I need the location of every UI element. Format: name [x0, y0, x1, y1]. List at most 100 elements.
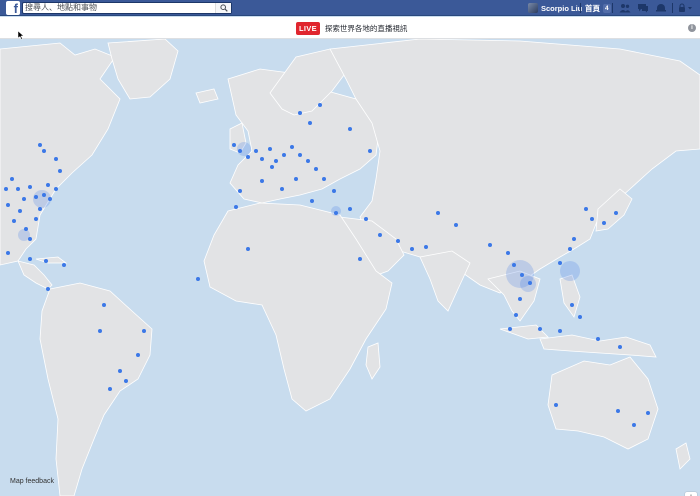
- live-video-marker[interactable]: [4, 187, 8, 191]
- live-video-marker[interactable]: [424, 245, 428, 249]
- live-video-marker[interactable]: [232, 143, 236, 147]
- live-video-marker[interactable]: [34, 195, 38, 199]
- live-video-marker[interactable]: [254, 149, 258, 153]
- live-video-marker[interactable]: [238, 149, 242, 153]
- live-video-marker[interactable]: [48, 197, 52, 201]
- live-video-marker[interactable]: [396, 239, 400, 243]
- live-video-marker[interactable]: [274, 159, 278, 163]
- live-video-marker[interactable]: [38, 207, 42, 211]
- live-video-marker[interactable]: [290, 145, 294, 149]
- live-video-marker[interactable]: [42, 193, 46, 197]
- live-video-marker[interactable]: [46, 287, 50, 291]
- live-video-marker[interactable]: [584, 207, 588, 211]
- live-video-marker[interactable]: [570, 303, 574, 307]
- live-video-marker[interactable]: [306, 159, 310, 163]
- live-video-marker[interactable]: [16, 187, 20, 191]
- live-video-marker[interactable]: [12, 219, 16, 223]
- live-video-marker[interactable]: [618, 345, 622, 349]
- live-video-marker[interactable]: [528, 281, 532, 285]
- live-video-marker[interactable]: [54, 157, 58, 161]
- live-video-marker[interactable]: [322, 177, 326, 181]
- live-video-marker[interactable]: [568, 247, 572, 251]
- live-video-marker[interactable]: [308, 121, 312, 125]
- live-video-marker[interactable]: [28, 257, 32, 261]
- live-video-marker[interactable]: [334, 211, 338, 215]
- live-video-marker[interactable]: [518, 297, 522, 301]
- profile-link[interactable]: Scorpio Liu: [528, 2, 582, 14]
- live-video-marker[interactable]: [578, 315, 582, 319]
- search-button[interactable]: [215, 3, 231, 13]
- live-video-marker[interactable]: [454, 223, 458, 227]
- live-video-marker[interactable]: [98, 329, 102, 333]
- live-video-marker[interactable]: [616, 409, 620, 413]
- friend-requests-icon[interactable]: [619, 3, 631, 13]
- map-feedback-link[interactable]: Map feedback: [10, 478, 54, 485]
- live-video-marker[interactable]: [58, 169, 62, 173]
- live-video-marker[interactable]: [142, 329, 146, 333]
- live-video-marker[interactable]: [318, 103, 322, 107]
- live-video-marker[interactable]: [246, 155, 250, 159]
- live-video-marker[interactable]: [282, 153, 286, 157]
- live-video-marker[interactable]: [436, 211, 440, 215]
- live-video-marker[interactable]: [294, 177, 298, 181]
- live-video-marker[interactable]: [22, 197, 26, 201]
- live-video-marker[interactable]: [118, 369, 122, 373]
- live-video-marker[interactable]: [348, 127, 352, 131]
- live-video-marker[interactable]: [34, 217, 38, 221]
- live-map[interactable]: + −: [0, 39, 700, 496]
- live-video-marker[interactable]: [124, 379, 128, 383]
- live-video-marker[interactable]: [102, 303, 106, 307]
- live-video-marker[interactable]: [632, 423, 636, 427]
- live-video-marker[interactable]: [310, 199, 314, 203]
- live-video-marker[interactable]: [38, 143, 42, 147]
- live-video-marker[interactable]: [44, 259, 48, 263]
- live-video-marker[interactable]: [46, 183, 50, 187]
- live-video-marker[interactable]: [234, 205, 238, 209]
- live-video-marker[interactable]: [28, 237, 32, 241]
- live-video-marker[interactable]: [6, 203, 10, 207]
- live-video-marker[interactable]: [298, 153, 302, 157]
- zoom-in-button[interactable]: +: [685, 492, 697, 496]
- live-video-marker[interactable]: [572, 237, 576, 241]
- live-video-marker[interactable]: [614, 211, 618, 215]
- live-video-marker[interactable]: [196, 277, 200, 281]
- search-input[interactable]: [25, 3, 215, 13]
- live-video-marker[interactable]: [260, 179, 264, 183]
- live-video-marker[interactable]: [246, 247, 250, 251]
- live-video-marker[interactable]: [348, 207, 352, 211]
- live-video-marker[interactable]: [268, 147, 272, 151]
- live-video-marker[interactable]: [280, 187, 284, 191]
- live-video-marker[interactable]: [558, 261, 562, 265]
- live-video-marker[interactable]: [136, 353, 140, 357]
- live-video-marker[interactable]: [554, 403, 558, 407]
- live-video-marker[interactable]: [54, 187, 58, 191]
- live-video-marker[interactable]: [646, 411, 650, 415]
- live-video-marker[interactable]: [558, 329, 562, 333]
- live-video-marker[interactable]: [270, 165, 274, 169]
- live-video-marker[interactable]: [488, 243, 492, 247]
- live-video-marker[interactable]: [590, 217, 594, 221]
- live-video-marker[interactable]: [596, 337, 600, 341]
- live-video-marker[interactable]: [602, 221, 606, 225]
- live-video-marker[interactable]: [314, 167, 318, 171]
- world-map[interactable]: [0, 39, 700, 496]
- live-video-marker[interactable]: [62, 263, 66, 267]
- live-video-marker[interactable]: [238, 189, 242, 193]
- messages-icon[interactable]: [637, 3, 649, 13]
- facebook-logo[interactable]: f: [6, 1, 20, 15]
- live-video-marker[interactable]: [508, 327, 512, 331]
- live-video-marker[interactable]: [538, 327, 542, 331]
- live-video-marker[interactable]: [368, 149, 372, 153]
- live-video-marker[interactable]: [42, 149, 46, 153]
- live-video-marker[interactable]: [332, 189, 336, 193]
- live-video-marker[interactable]: [260, 157, 264, 161]
- live-video-marker[interactable]: [24, 227, 28, 231]
- live-video-marker[interactable]: [6, 251, 10, 255]
- live-video-marker[interactable]: [364, 217, 368, 221]
- live-video-marker[interactable]: [298, 111, 302, 115]
- live-video-marker[interactable]: [512, 263, 516, 267]
- live-video-marker[interactable]: [410, 247, 414, 251]
- live-video-marker[interactable]: [358, 257, 362, 261]
- live-video-marker[interactable]: [378, 233, 382, 237]
- live-video-marker[interactable]: [10, 177, 14, 181]
